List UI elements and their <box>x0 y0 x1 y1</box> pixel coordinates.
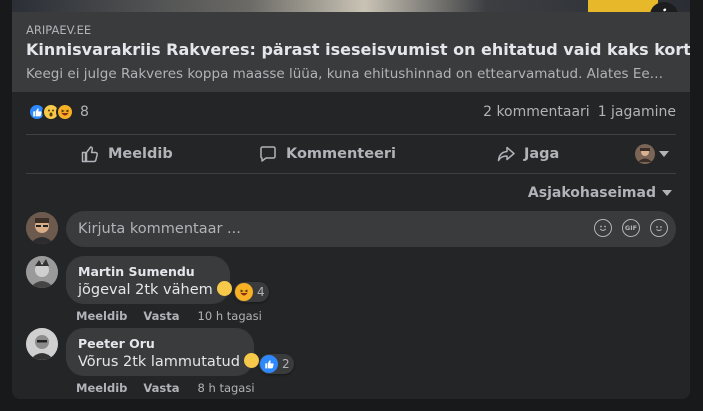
sticker-icon[interactable] <box>650 219 668 237</box>
post-stats: 8 2 kommentaari 1 jagamine <box>12 92 690 134</box>
comment-text: jõgeval 2tk vähem <box>78 281 232 298</box>
share-count[interactable]: 1 jagamine <box>598 104 676 120</box>
thumbs-up-icon <box>81 146 98 163</box>
avatar[interactable] <box>26 256 58 288</box>
comment-reply-button[interactable]: Vasta <box>143 381 179 395</box>
upside-down-emoji-icon <box>243 353 259 368</box>
comment-item: Peeter Oru Võrus 2tk lammutatud 2 Meeldi… <box>26 328 676 398</box>
react-as-selector[interactable] <box>628 144 676 164</box>
comment-reply-button[interactable]: Vasta <box>143 309 179 323</box>
comment-reactions[interactable]: 2 <box>259 354 294 374</box>
chevron-down-icon <box>659 151 670 157</box>
avatar[interactable] <box>26 328 58 360</box>
comment-text: Võrus 2tk lammutatud <box>78 353 259 370</box>
haha-reaction-icon <box>235 283 253 301</box>
emoji-icon[interactable] <box>594 219 612 237</box>
comment-composer: Kirjuta kommentaar ... GIF <box>26 211 676 247</box>
comment-input[interactable]: Kirjuta kommentaar ... GIF <box>66 211 676 247</box>
link-title[interactable]: Kinnisvarakriis Rakveres: pärast iseseis… <box>26 40 690 59</box>
comment-reaction-count: 2 <box>282 357 290 371</box>
comment-bubble: Peeter Oru Võrus 2tk lammutatud <box>66 328 259 376</box>
profile-avatar-icon <box>635 144 656 164</box>
comment-icon <box>260 146 276 162</box>
post-action-bar: Meeldib Kommenteeri Jaga <box>26 134 676 174</box>
comment-input-placeholder: Kirjuta kommentaar ... <box>78 221 241 237</box>
comment-reaction-count: 4 <box>257 285 265 299</box>
comment-author[interactable]: Martin Sumendu <box>78 264 218 279</box>
haha-reaction-icon <box>56 103 74 121</box>
comment-reactions[interactable]: 4 <box>234 282 269 302</box>
share-button[interactable]: Jaga <box>427 135 628 173</box>
like-label: Meeldib <box>107 146 173 162</box>
comment-label: Kommenteeri <box>285 146 397 162</box>
avatar[interactable] <box>26 212 58 244</box>
comment-button[interactable]: Kommenteeri <box>227 135 428 173</box>
share-icon <box>497 146 515 162</box>
share-label: Jaga <box>524 146 560 162</box>
sort-label: Asjakohaseimad <box>527 185 656 201</box>
comment-count[interactable]: 2 kommentaari <box>483 104 590 120</box>
comment-bubble: Martin Sumendu jõgeval 2tk vähem <box>66 256 232 304</box>
comment-timestamp[interactable]: 8 h tagasi <box>198 381 255 395</box>
comment-like-button[interactable]: Meeldib <box>76 309 127 323</box>
reaction-summary[interactable]: 8 <box>28 103 89 121</box>
link-preview[interactable]: ARIPAEV.EE Kinnisvarakriis Rakveres: pär… <box>12 12 690 92</box>
like-reaction-icon <box>260 355 278 373</box>
post-image[interactable] <box>12 0 690 12</box>
comment-author[interactable]: Peeter Oru <box>78 336 242 351</box>
comment-like-button[interactable]: Meeldib <box>76 381 127 395</box>
post-card: i ARIPAEV.EE Kinnisvarakriis Rakveres: p… <box>12 0 690 399</box>
comment-item: Martin Sumendu jõgeval 2tk vähem 4 Meeld… <box>26 256 676 326</box>
link-domain: ARIPAEV.EE <box>26 23 92 37</box>
reaction-count: 8 <box>80 104 89 120</box>
comment-timestamp[interactable]: 10 h tagasi <box>198 309 262 323</box>
comment-sort-dropdown[interactable]: Asjakohaseimad <box>528 185 672 201</box>
link-excerpt: Keegi ei julge Rakveres koppa maasse lüü… <box>26 66 666 82</box>
like-button[interactable]: Meeldib <box>26 135 227 173</box>
gif-icon[interactable]: GIF <box>622 219 640 237</box>
smile-emoji-icon <box>216 281 232 296</box>
chevron-down-icon <box>662 190 672 196</box>
